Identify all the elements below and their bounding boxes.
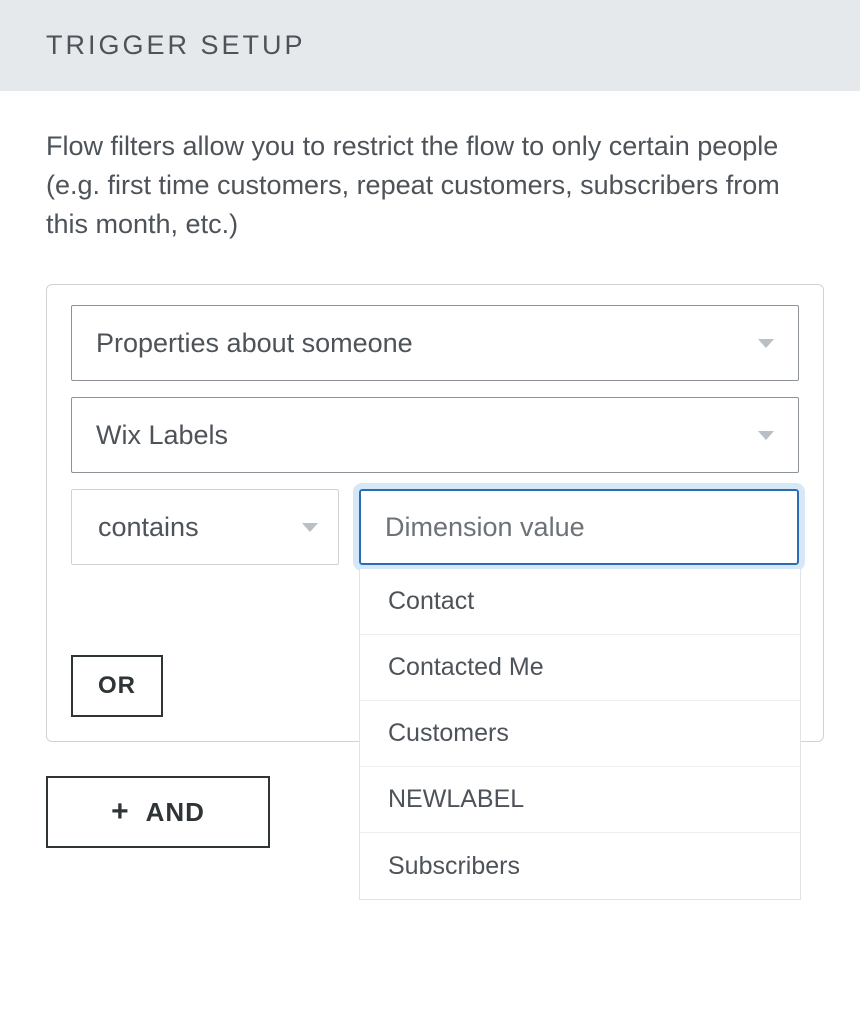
value-dropdown: Contact Contacted Me Customers NEWLABEL … (359, 569, 801, 900)
filter-card: Properties about someone Wix Labels cont… (46, 284, 824, 742)
and-button[interactable]: + AND (46, 776, 270, 848)
field-select-label: Wix Labels (96, 420, 228, 451)
dropdown-option[interactable]: Contact (360, 569, 800, 635)
dropdown-option[interactable]: NEWLABEL (360, 767, 800, 833)
dimension-value-input[interactable] (359, 489, 799, 565)
operator-select[interactable]: contains (71, 489, 339, 565)
dropdown-option[interactable]: Customers (360, 701, 800, 767)
chevron-down-icon (302, 523, 318, 532)
and-button-label: AND (146, 797, 205, 828)
plus-icon: + (111, 797, 130, 827)
property-select-label: Properties about someone (96, 328, 413, 359)
chevron-down-icon (758, 431, 774, 440)
or-button-label: OR (98, 672, 136, 700)
header-bar: TRIGGER SETUP (0, 0, 860, 91)
dropdown-option[interactable]: Contacted Me (360, 635, 800, 701)
operator-value-row: contains Contact Contacted Me Customers … (71, 489, 799, 565)
operator-select-label: contains (98, 512, 199, 543)
value-combobox: Contact Contacted Me Customers NEWLABEL … (359, 489, 799, 565)
chevron-down-icon (758, 339, 774, 348)
or-button[interactable]: OR (71, 655, 163, 717)
description-text: Flow filters allow you to restrict the f… (0, 91, 860, 264)
property-select[interactable]: Properties about someone (71, 305, 799, 381)
dropdown-option[interactable]: Subscribers (360, 833, 800, 899)
field-select[interactable]: Wix Labels (71, 397, 799, 473)
page-title: TRIGGER SETUP (46, 30, 814, 61)
